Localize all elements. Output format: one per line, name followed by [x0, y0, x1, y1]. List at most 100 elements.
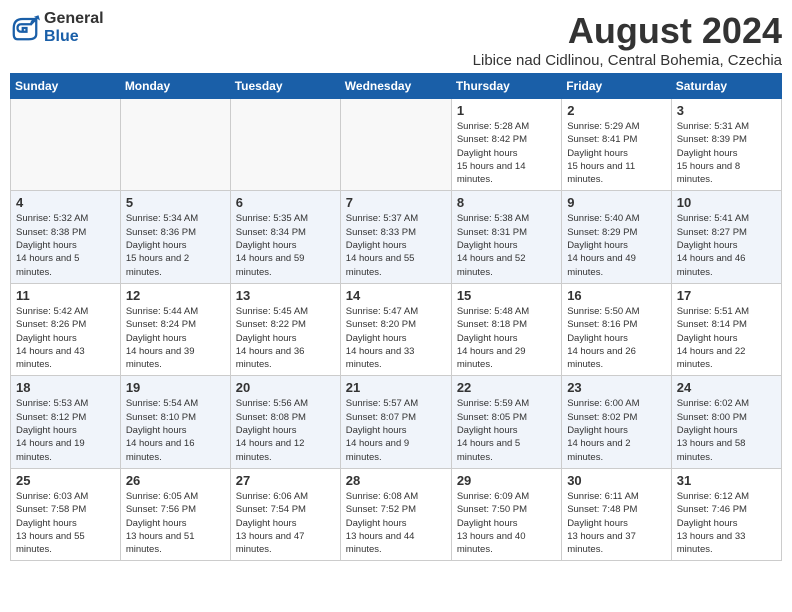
day-number: 14 [346, 288, 446, 303]
day-number: 10 [677, 195, 776, 210]
day-number: 11 [16, 288, 115, 303]
cell-content: Sunrise: 5:29 AMSunset: 8:41 PMDaylight … [567, 120, 666, 186]
calendar-cell: 16 Sunrise: 5:50 AMSunset: 8:16 PMDayligh… [562, 283, 672, 375]
cell-content: Sunrise: 6:06 AMSunset: 7:54 PMDaylight … [236, 490, 335, 556]
calendar-cell: 29Sunrise: 6:09 AMSunset: 7:50 PMDayligh… [451, 468, 561, 560]
calendar-cell: 12 Sunrise: 5:44 AMSunset: 8:24 PMDayligh… [120, 283, 230, 375]
calendar-cell [340, 99, 451, 191]
day-number: 29 [457, 473, 556, 488]
cell-content: Sunrise: 5:50 AMSunset: 8:16 PMDaylight … [567, 305, 666, 371]
calendar-cell: 6 Sunrise: 5:35 AMSunset: 8:34 PMDaylight… [230, 191, 340, 283]
day-number: 25 [16, 473, 115, 488]
cell-content: Sunrise: 6:05 AMSunset: 7:56 PMDaylight … [126, 490, 225, 556]
location-title: Libice nad Cidlinou, Central Bohemia, Cz… [473, 52, 782, 69]
day-number: 16 [567, 288, 666, 303]
cell-content: Sunrise: 5:32 AMSunset: 8:38 PMDaylight … [16, 212, 115, 278]
logo-text: General Blue [44, 10, 104, 45]
cell-content: Sunrise: 5:57 AMSunset: 8:07 PMDaylight … [346, 397, 446, 463]
calendar-cell: 20 Sunrise: 5:56 AMSunset: 8:08 PMDayligh… [230, 376, 340, 468]
day-number: 19 [126, 380, 225, 395]
cell-content: Sunrise: 5:37 AMSunset: 8:33 PMDaylight … [346, 212, 446, 278]
day-number: 2 [567, 103, 666, 118]
day-number: 22 [457, 380, 556, 395]
calendar-cell: 27 Sunrise: 6:06 AMSunset: 7:54 PMDayligh… [230, 468, 340, 560]
cell-content: Sunrise: 6:12 AMSunset: 7:46 PMDaylight … [677, 490, 776, 556]
day-number: 3 [677, 103, 776, 118]
cell-content: Sunrise: 5:56 AMSunset: 8:08 PMDaylight … [236, 397, 335, 463]
cell-content: Sunrise: 5:41 AMSunset: 8:27 PMDaylight … [677, 212, 776, 278]
cell-content: Sunrise: 5:47 AMSunset: 8:20 PMDaylight … [346, 305, 446, 371]
cell-content: Sunrise: 5:44 AMSunset: 8:24 PMDaylight … [126, 305, 225, 371]
day-number: 5 [126, 195, 225, 210]
calendar-cell: 26 Sunrise: 6:05 AMSunset: 7:56 PMDayligh… [120, 468, 230, 560]
calendar-cell: 28 Sunrise: 6:08 AMSunset: 7:52 PMDayligh… [340, 468, 451, 560]
cell-content: Sunrise: 6:08 AMSunset: 7:52 PMDaylight … [346, 490, 446, 556]
day-number: 6 [236, 195, 335, 210]
day-number: 17 [677, 288, 776, 303]
calendar-cell: 17 Sunrise: 5:51 AMSunset: 8:14 PMDayligh… [671, 283, 781, 375]
calendar-cell: 7 Sunrise: 5:37 AMSunset: 8:33 PMDaylight… [340, 191, 451, 283]
day-number: 15 [457, 288, 556, 303]
day-number: 26 [126, 473, 225, 488]
calendar-cell: 30 Sunrise: 6:11 AMSunset: 7:48 PMDayligh… [562, 468, 672, 560]
day-number: 8 [457, 195, 556, 210]
cell-content: Sunrise: 5:54 AMSunset: 8:10 PMDaylight … [126, 397, 225, 463]
cell-content: Sunrise: 6:00 AMSunset: 8:02 PMDaylight … [567, 397, 666, 463]
cell-content: Sunrise: 5:48 AMSunset: 8:18 PMDaylight … [457, 305, 556, 371]
calendar-cell: 14 Sunrise: 5:47 AMSunset: 8:20 PMDayligh… [340, 283, 451, 375]
day-number: 7 [346, 195, 446, 210]
calendar-cell [11, 99, 121, 191]
month-title: August 2024 [473, 10, 782, 52]
day-number: 28 [346, 473, 446, 488]
calendar-cell: 25Sunrise: 6:03 AMSunset: 7:58 PMDayligh… [11, 468, 121, 560]
calendar-cell: 21Sunrise: 5:57 AMSunset: 8:07 PMDayligh… [340, 376, 451, 468]
day-number: 13 [236, 288, 335, 303]
day-number: 20 [236, 380, 335, 395]
cell-content: Sunrise: 5:40 AMSunset: 8:29 PMDaylight … [567, 212, 666, 278]
logo-icon [10, 13, 40, 43]
calendar-cell: 23 Sunrise: 6:00 AMSunset: 8:02 PMDayligh… [562, 376, 672, 468]
calendar-cell: 18 Sunrise: 5:53 AMSunset: 8:12 PMDayligh… [11, 376, 121, 468]
cell-content: Sunrise: 5:53 AMSunset: 8:12 PMDaylight … [16, 397, 115, 463]
calendar-cell: 22 Sunrise: 5:59 AMSunset: 8:05 PMDayligh… [451, 376, 561, 468]
day-number: 30 [567, 473, 666, 488]
cell-content: Sunrise: 5:51 AMSunset: 8:14 PMDaylight … [677, 305, 776, 371]
logo-general: General [44, 10, 104, 28]
day-number: 23 [567, 380, 666, 395]
calendar-cell: 15 Sunrise: 5:48 AMSunset: 8:18 PMDayligh… [451, 283, 561, 375]
title-area: August 2024 Libice nad Cidlinou, Central… [473, 10, 782, 69]
day-number: 27 [236, 473, 335, 488]
weekday-header-wednesday: Wednesday [340, 74, 451, 99]
cell-content: Sunrise: 5:59 AMSunset: 8:05 PMDaylight … [457, 397, 556, 463]
cell-content: Sunrise: 5:42 AMSunset: 8:26 PMDaylight … [16, 305, 115, 371]
day-number: 1 [457, 103, 556, 118]
day-number: 4 [16, 195, 115, 210]
calendar-cell [230, 99, 340, 191]
day-number: 12 [126, 288, 225, 303]
calendar-cell: 2 Sunrise: 5:29 AMSunset: 8:41 PMDaylight… [562, 99, 672, 191]
cell-content: Sunrise: 5:34 AMSunset: 8:36 PMDaylight … [126, 212, 225, 278]
logo: General Blue [10, 10, 104, 45]
page-header: General Blue August 2024 Libice nad Cidl… [10, 10, 782, 69]
cell-content: Sunrise: 5:35 AMSunset: 8:34 PMDaylight … [236, 212, 335, 278]
calendar-week-row: 11 Sunrise: 5:42 AMSunset: 8:26 PMDayligh… [11, 283, 782, 375]
calendar-cell: 13Sunrise: 5:45 AMSunset: 8:22 PMDayligh… [230, 283, 340, 375]
day-number: 24 [677, 380, 776, 395]
cell-content: Sunrise: 6:02 AMSunset: 8:00 PMDaylight … [677, 397, 776, 463]
weekday-header-sunday: Sunday [11, 74, 121, 99]
calendar-cell: 4 Sunrise: 5:32 AMSunset: 8:38 PMDaylight… [11, 191, 121, 283]
calendar-cell: 9Sunrise: 5:40 AMSunset: 8:29 PMDaylight… [562, 191, 672, 283]
logo-blue: Blue [44, 28, 104, 46]
calendar-week-row: 25Sunrise: 6:03 AMSunset: 7:58 PMDayligh… [11, 468, 782, 560]
weekday-header-friday: Friday [562, 74, 672, 99]
calendar-cell: 5 Sunrise: 5:34 AMSunset: 8:36 PMDaylight… [120, 191, 230, 283]
weekday-header-saturday: Saturday [671, 74, 781, 99]
cell-content: Sunrise: 6:11 AMSunset: 7:48 PMDaylight … [567, 490, 666, 556]
calendar-cell [120, 99, 230, 191]
day-number: 18 [16, 380, 115, 395]
calendar-cell: 24 Sunrise: 6:02 AMSunset: 8:00 PMDayligh… [671, 376, 781, 468]
weekday-header-thursday: Thursday [451, 74, 561, 99]
weekday-header-monday: Monday [120, 74, 230, 99]
cell-content: Sunrise: 5:38 AMSunset: 8:31 PMDaylight … [457, 212, 556, 278]
calendar-cell: 11 Sunrise: 5:42 AMSunset: 8:26 PMDayligh… [11, 283, 121, 375]
